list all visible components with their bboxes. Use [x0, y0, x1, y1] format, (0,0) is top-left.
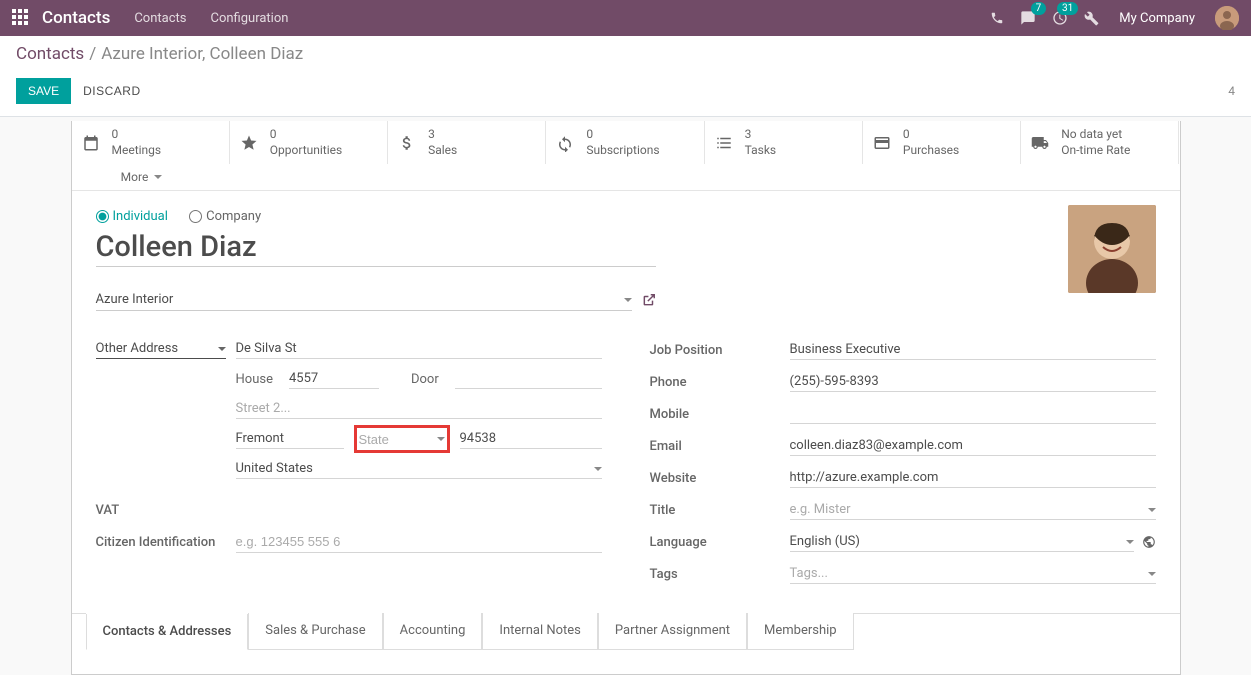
- state-select[interactable]: [354, 425, 450, 453]
- tab-membership[interactable]: Membership: [747, 613, 854, 650]
- contact-photo[interactable]: [1068, 205, 1156, 293]
- contact-type-radios: Individual Company: [96, 209, 1156, 224]
- breadcrumb-current: Azure Interior, Colleen Diaz: [101, 44, 303, 64]
- city-input[interactable]: Fremont: [236, 429, 344, 449]
- parent-company-select[interactable]: Azure Interior: [96, 289, 632, 311]
- tab-contacts-addresses[interactable]: Contacts & Addresses: [86, 613, 249, 650]
- top-navbar: Contacts Contacts Configuration 7 31 My …: [0, 0, 1251, 36]
- citizen-id-input[interactable]: [236, 532, 602, 553]
- refresh-icon: [556, 134, 576, 152]
- form-sheet: 0Meetings 0Opportunities 3Sales 0Subscri…: [71, 121, 1181, 675]
- contact-name[interactable]: Colleen Diaz: [96, 230, 656, 267]
- title-label: Title: [650, 503, 790, 518]
- email-label: Email: [650, 439, 790, 454]
- mobile-label: Mobile: [650, 407, 790, 422]
- stat-sales[interactable]: 3Sales: [388, 121, 546, 164]
- job-input[interactable]: Business Executive: [790, 340, 1156, 360]
- apps-grid-icon[interactable]: [12, 9, 30, 27]
- job-label: Job Position: [650, 343, 790, 358]
- tasks-icon: [715, 134, 735, 152]
- country-select[interactable]: United States: [236, 459, 602, 479]
- breadcrumb-root[interactable]: Contacts: [16, 44, 84, 64]
- door-input[interactable]: [455, 369, 602, 389]
- stat-ontime-rate[interactable]: No data yetOn-time Rate: [1021, 121, 1179, 164]
- stat-tasks[interactable]: 3Tasks: [705, 121, 863, 164]
- stat-buttons-row: 0Meetings 0Opportunities 3Sales 0Subscri…: [72, 121, 1180, 191]
- external-link-icon[interactable]: [642, 293, 656, 307]
- mobile-input[interactable]: [790, 404, 1156, 424]
- globe-icon[interactable]: [1142, 535, 1156, 549]
- star-icon: [240, 134, 260, 152]
- title-select[interactable]: e.g. Mister: [790, 500, 1156, 520]
- tab-partner-assignment[interactable]: Partner Assignment: [598, 613, 747, 650]
- calendar-icon: [82, 134, 102, 152]
- street-input[interactable]: De Silva St: [236, 339, 602, 359]
- house-label: House: [236, 372, 277, 387]
- company-name[interactable]: My Company: [1119, 11, 1195, 26]
- stat-more[interactable]: More: [72, 164, 212, 190]
- dollar-icon: [398, 134, 418, 152]
- phone-input[interactable]: (255)-595-8393: [790, 372, 1156, 392]
- tab-sales-purchase[interactable]: Sales & Purchase: [248, 613, 382, 650]
- website-input[interactable]: http://azure.example.com: [790, 468, 1156, 488]
- zip-input[interactable]: 94538: [460, 429, 602, 449]
- stat-meetings[interactable]: 0Meetings: [72, 121, 230, 164]
- activity-badge: 31: [1057, 2, 1078, 15]
- truck-icon: [1031, 134, 1051, 152]
- page-number: 4: [1228, 84, 1235, 98]
- credit-card-icon: [873, 134, 893, 152]
- tags-select[interactable]: Tags...: [790, 564, 1156, 584]
- tab-accounting[interactable]: Accounting: [383, 613, 483, 650]
- notebook-tabs: Contacts & Addresses Sales & Purchase Ac…: [72, 613, 1180, 650]
- citizen-id-label: Citizen Identification: [96, 535, 236, 550]
- save-button[interactable]: SAVE: [16, 78, 71, 104]
- chat-badge: 7: [1031, 2, 1047, 15]
- language-select[interactable]: English (US): [790, 532, 1134, 552]
- radio-individual[interactable]: Individual: [96, 209, 168, 224]
- chat-icon[interactable]: 7: [1020, 10, 1036, 26]
- nav-contacts[interactable]: Contacts: [134, 11, 186, 26]
- stat-purchases[interactable]: 0Purchases: [863, 121, 1021, 164]
- user-avatar[interactable]: [1215, 6, 1239, 30]
- website-label: Website: [650, 471, 790, 486]
- tab-internal-notes[interactable]: Internal Notes: [482, 613, 597, 650]
- app-brand: Contacts: [42, 8, 110, 28]
- house-input[interactable]: 4557: [289, 369, 379, 389]
- phone-icon[interactable]: [990, 11, 1004, 25]
- phone-label: Phone: [650, 375, 790, 390]
- tools-icon[interactable]: [1084, 11, 1099, 26]
- stat-opportunities[interactable]: 0Opportunities: [230, 121, 388, 164]
- door-label: Door: [391, 372, 443, 387]
- language-label: Language: [650, 535, 790, 550]
- email-input[interactable]: colleen.diaz83@example.com: [790, 436, 1156, 456]
- address-type-select[interactable]: Other Address: [96, 339, 226, 359]
- control-panel: Contacts / Azure Interior, Colleen Diaz …: [0, 36, 1251, 117]
- tags-label: Tags: [650, 567, 790, 582]
- street2-input[interactable]: Street 2...: [236, 399, 602, 419]
- discard-button[interactable]: DISCARD: [83, 84, 141, 98]
- activity-icon[interactable]: 31: [1052, 10, 1068, 26]
- radio-company[interactable]: Company: [189, 209, 261, 224]
- breadcrumb: Contacts / Azure Interior, Colleen Diaz: [16, 44, 1235, 64]
- vat-label: VAT: [96, 503, 236, 518]
- stat-subscriptions[interactable]: 0Subscriptions: [546, 121, 704, 164]
- nav-configuration[interactable]: Configuration: [210, 11, 288, 26]
